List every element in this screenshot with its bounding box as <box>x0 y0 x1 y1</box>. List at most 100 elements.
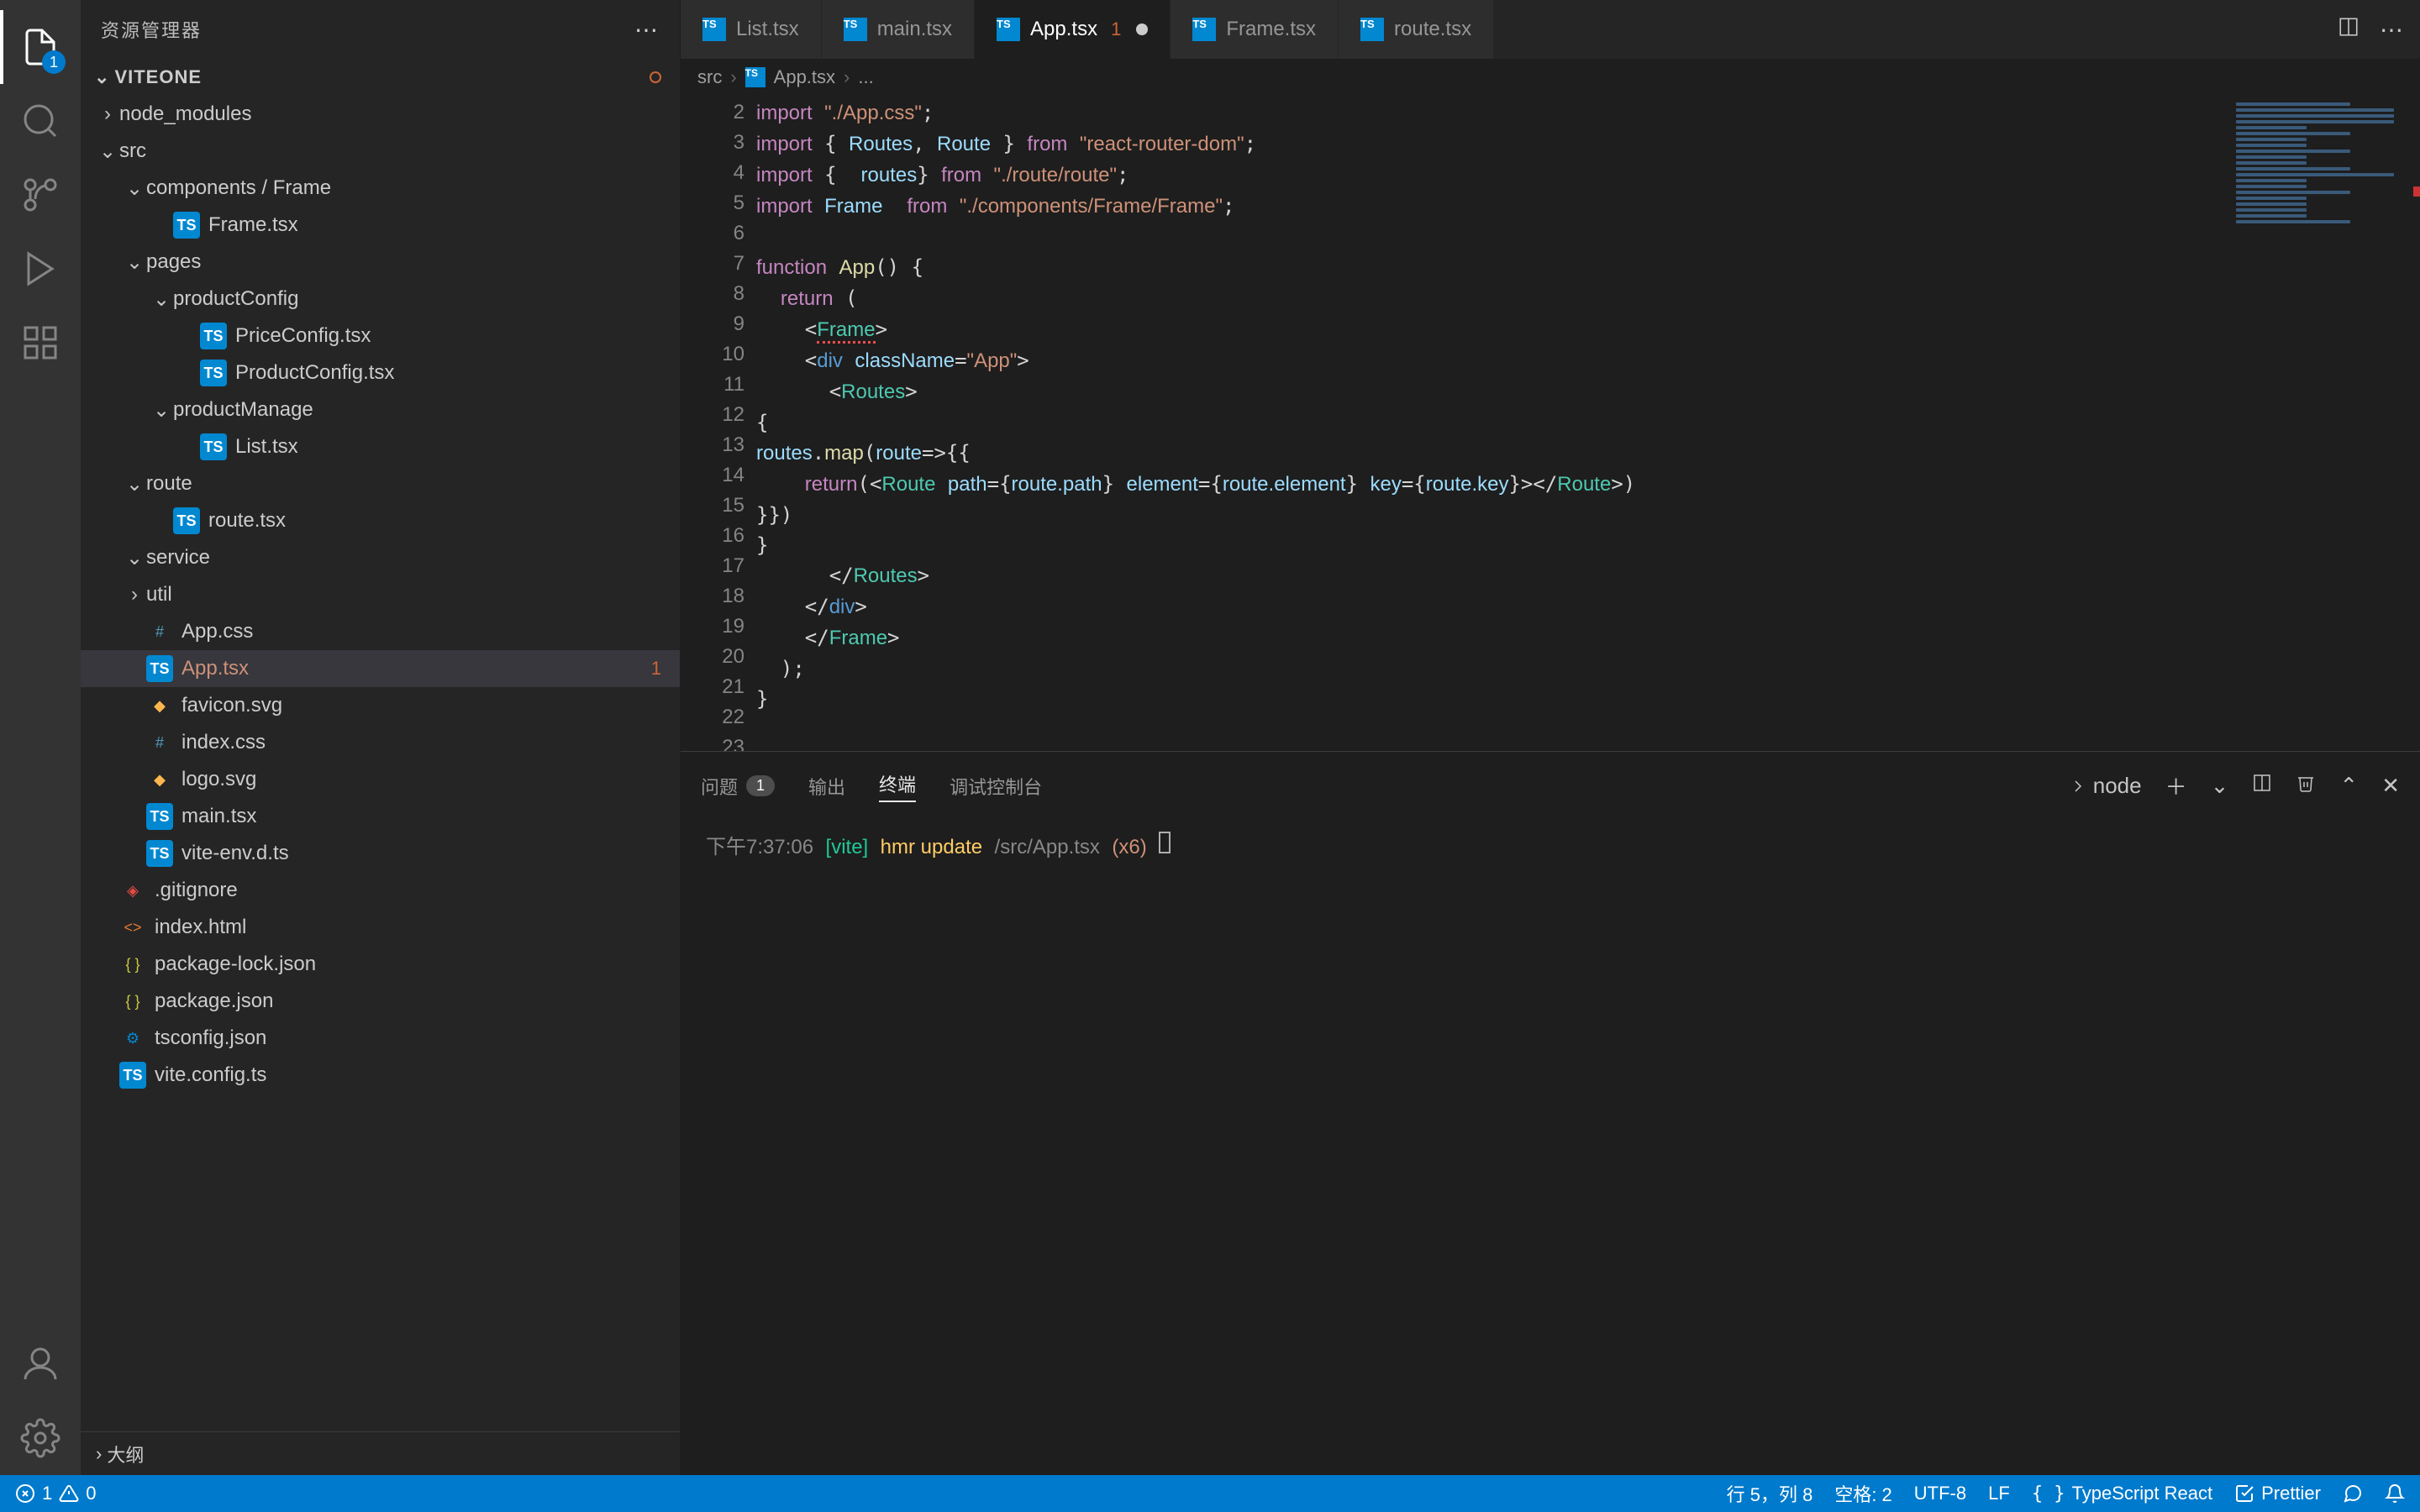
split-panel-icon[interactable] <box>2252 773 2272 799</box>
tab-label: route.tsx <box>1394 18 1471 41</box>
code-editor[interactable]: import "./App.css"; import { Routes, Rou… <box>756 96 2227 751</box>
terminal-cursor <box>1159 832 1171 853</box>
tree-file[interactable]: <>index.html <box>81 909 680 946</box>
css-icon: # <box>146 729 173 756</box>
output-tab[interactable]: 输出 <box>808 773 845 800</box>
tree-item-label: vite.config.ts <box>155 1063 680 1087</box>
trash-icon[interactable] <box>2296 773 2316 799</box>
json-icon: { } <box>119 951 146 978</box>
breadcrumb-more: ... <box>858 66 873 88</box>
status-encoding[interactable]: UTF-8 <box>1914 1483 1966 1504</box>
status-line-col[interactable]: 行 5，列 8 <box>1727 1480 1813 1507</box>
tree-item-label: logo.svg <box>182 768 680 791</box>
editor-tab[interactable]: TSList.tsx <box>681 0 822 59</box>
tree-file[interactable]: TSvite-env.d.ts <box>81 835 680 872</box>
extensions-icon[interactable] <box>0 306 81 380</box>
tree-file[interactable]: TSmain.tsx <box>81 798 680 835</box>
tree-folder[interactable]: ⌄pages <box>81 244 680 281</box>
tree-file[interactable]: ◈.gitignore <box>81 872 680 909</box>
editor-tab[interactable]: TSApp.tsx1 <box>975 0 1171 59</box>
breadcrumb[interactable]: src › TS App.tsx › ... <box>681 59 2420 96</box>
explorer-sidebar: 资源管理器 ⋯ ⌄ VITEONE ›node_modules⌄src⌄comp… <box>81 0 681 1475</box>
tab-label: Frame.tsx <box>1226 18 1316 41</box>
ts-icon: TS <box>200 323 227 349</box>
status-errors[interactable]: 1 0 <box>15 1483 97 1504</box>
status-eol[interactable]: LF <box>1988 1483 2010 1504</box>
tree-file[interactable]: { }package.json <box>81 983 680 1020</box>
chevron-icon: ⌄ <box>96 139 119 164</box>
status-bell-icon[interactable] <box>2385 1483 2405 1504</box>
tree-folder[interactable]: ⌄productConfig <box>81 281 680 318</box>
sidebar-title: 资源管理器 <box>101 16 634 43</box>
tree-file[interactable]: ◆logo.svg <box>81 761 680 798</box>
tree-file[interactable]: TSPriceConfig.tsx <box>81 318 680 354</box>
more-actions-icon[interactable]: ⋯ <box>2380 16 2403 44</box>
explorer-icon[interactable]: 1 <box>0 10 81 84</box>
tree-file[interactable]: TSApp.tsx1 <box>81 650 680 687</box>
editor-tabs: TSList.tsxTSmain.tsxTSApp.tsx1TSFrame.ts… <box>681 0 2420 59</box>
tree-item-label: tsconfig.json <box>155 1026 680 1050</box>
status-prettier[interactable]: Prettier <box>2234 1483 2321 1504</box>
account-icon[interactable] <box>0 1327 81 1401</box>
minimap[interactable] <box>2227 96 2420 751</box>
terminal-tab[interactable]: 终端 <box>879 770 916 802</box>
tree-file[interactable]: TSFrame.tsx <box>81 207 680 244</box>
source-control-icon[interactable] <box>0 158 81 232</box>
tree-file[interactable]: TSList.tsx <box>81 428 680 465</box>
tsconfig-icon: ⚙ <box>119 1025 146 1052</box>
tree-file[interactable]: ◆favicon.svg <box>81 687 680 724</box>
problems-tab[interactable]: 问题 1 <box>701 773 775 800</box>
tree-file[interactable]: ⚙ tsconfig.json <box>81 1020 680 1057</box>
editor-tab[interactable]: TSFrame.tsx <box>1171 0 1339 59</box>
status-spaces[interactable]: 空格: 2 <box>1834 1480 1891 1507</box>
tab-label: List.tsx <box>736 18 799 41</box>
terminal-task-dropdown[interactable]: node <box>2068 773 2142 799</box>
project-header[interactable]: ⌄ VITEONE <box>81 59 680 96</box>
tree-item-label: ProductConfig.tsx <box>235 361 680 385</box>
tree-file[interactable]: #App.css <box>81 613 680 650</box>
status-feedback-icon[interactable] <box>2343 1483 2363 1504</box>
modified-dot-icon <box>1136 24 1148 35</box>
run-debug-icon[interactable] <box>0 232 81 306</box>
tree-folder[interactable]: ⌄src <box>81 133 680 170</box>
tab-label: App.tsx <box>1030 18 1097 41</box>
settings-gear-icon[interactable] <box>0 1401 81 1475</box>
sidebar-more-icon[interactable]: ⋯ <box>634 16 660 44</box>
json-icon: { } <box>119 988 146 1015</box>
split-editor-icon[interactable] <box>2338 16 2360 44</box>
new-terminal-icon[interactable]: ＋ <box>2165 770 2187 801</box>
line-gutter: 234567891011121314151617181920212223 <box>681 96 756 751</box>
tree-folder[interactable]: ⌄components / Frame <box>81 170 680 207</box>
debug-console-tab[interactable]: 调试控制台 <box>950 773 1042 800</box>
ts-icon: TS <box>146 655 173 682</box>
tree-file[interactable]: #index.css <box>81 724 680 761</box>
ts-icon: TS <box>173 212 200 239</box>
terminal-split-dropdown-icon[interactable]: ⌄ <box>2211 773 2229 799</box>
terminal-output[interactable]: 下午7:37:06 [vite] hmr update /src/App.tsx… <box>681 820 2420 1475</box>
editor-tab[interactable]: TSroute.tsx <box>1339 0 1494 59</box>
chevron-up-icon[interactable]: ⌃ <box>2339 773 2358 799</box>
tree-folder[interactable]: ›util <box>81 576 680 613</box>
tree-folder[interactable]: ⌄service <box>81 539 680 576</box>
tree-file[interactable]: TSvite.config.ts <box>81 1057 680 1094</box>
tree-file[interactable]: TSroute.tsx <box>81 502 680 539</box>
tree-file[interactable]: TSProductConfig.tsx <box>81 354 680 391</box>
tree-item-label: productConfig <box>173 287 680 311</box>
chevron-icon: ⌄ <box>150 287 173 312</box>
tree-item-label: node_modules <box>119 102 680 126</box>
tree-file[interactable]: { }package-lock.json <box>81 946 680 983</box>
chevron-icon: › <box>123 583 146 606</box>
status-language[interactable]: { } TypeScript React <box>2032 1483 2212 1504</box>
editor-tab[interactable]: TSmain.tsx <box>822 0 975 59</box>
tab-problem-badge: 1 <box>1111 18 1121 40</box>
tree-folder[interactable]: ⌄route <box>81 465 680 502</box>
tree-folder[interactable]: ⌄productManage <box>81 391 680 428</box>
tree-folder[interactable]: ›node_modules <box>81 96 680 133</box>
editor-group: TSList.tsxTSmain.tsxTSApp.tsx1TSFrame.ts… <box>681 0 2420 1475</box>
close-panel-icon[interactable]: ✕ <box>2381 773 2400 799</box>
tree-item-label: vite-env.d.ts <box>182 842 680 865</box>
ts-icon: TS <box>173 507 200 534</box>
outline-section[interactable]: › 大纲 <box>81 1431 680 1475</box>
search-icon[interactable] <box>0 84 81 158</box>
tree-item-label: App.tsx <box>182 657 651 680</box>
